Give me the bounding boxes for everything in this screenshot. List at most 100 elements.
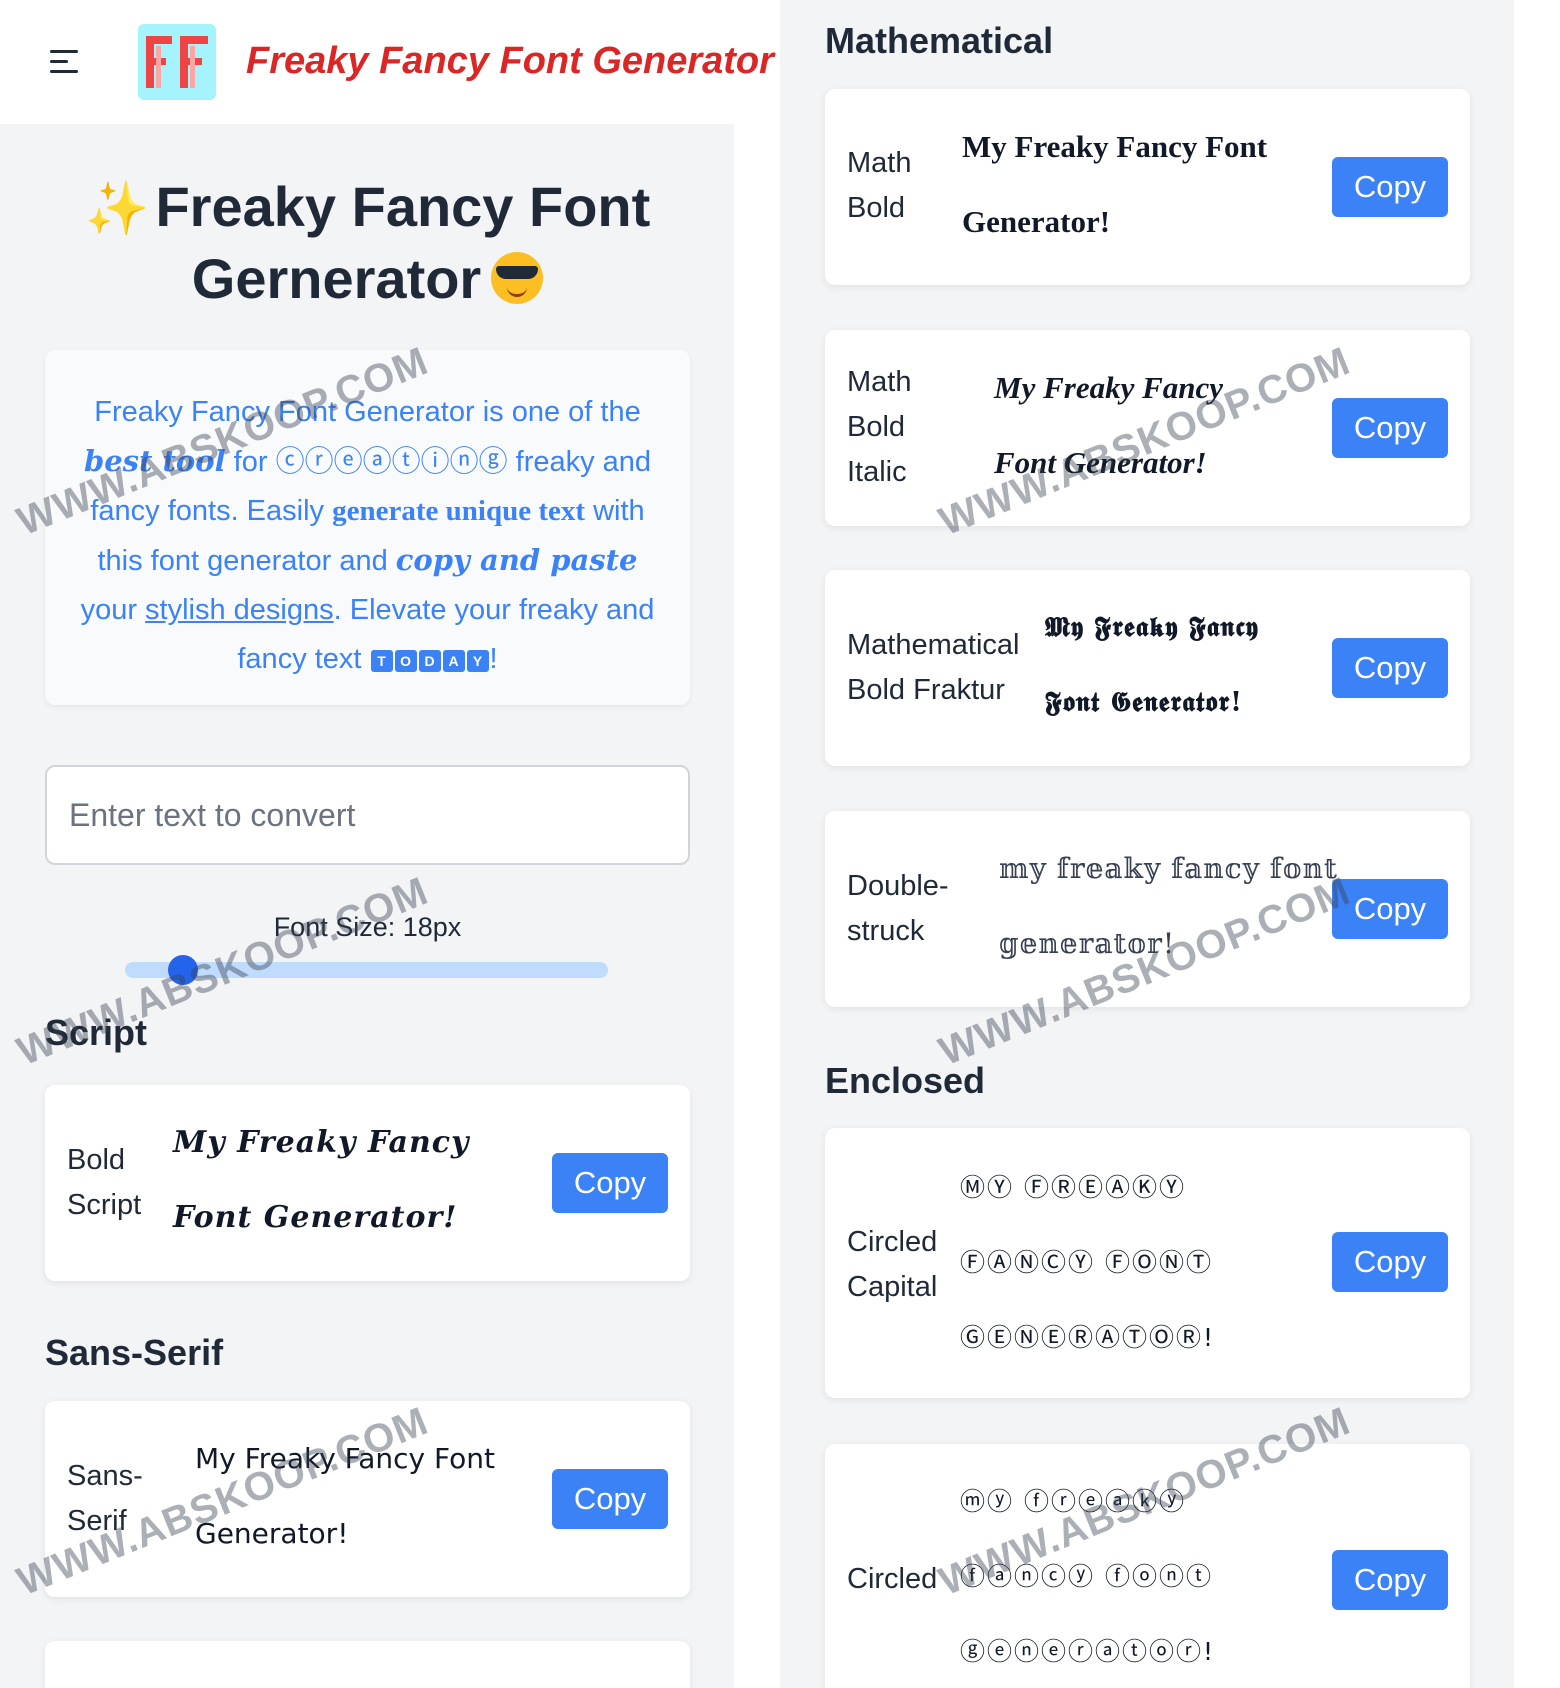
font-sample-line: ⓜⓨ ⓕⓡⓔⓐⓚⓨ [960, 1487, 1186, 1516]
top-navigation-bar: Freaky Fancy Font Generator [0, 0, 780, 124]
font-sample-line: ⓕⓐⓝⓒⓨ ⓕⓞⓝⓣ [960, 1562, 1213, 1591]
intro-stylish-designs: stylish designs [145, 594, 334, 626]
right-panel: Mathematical Math Bold My Freaky Fancy F… [780, 0, 1514, 1688]
page-title: ✨ Freaky Fancy Font Gernerator [45, 172, 690, 314]
intro-generate-unique-text: generate unique text [332, 495, 586, 527]
font-sample-line: Font Generator! [173, 1200, 458, 1235]
font-sample-preview: ⓜⓨ ⓕⓡⓔⓐⓚⓨ ⓕⓐⓝⓒⓨ ⓕⓞⓝⓣ ⓖⓔⓝⓔⓡⓐⓣⓞⓡ! [960, 1464, 1215, 1688]
font-sample-line: 𝕸𝖞 𝕱𝖗𝖊𝖆𝖐𝖞 𝕱𝖆𝖓𝖈𝖞 [1045, 612, 1259, 643]
font-style-label-line: Circled [847, 1563, 938, 1595]
font-sample-line: My Freaky Fancy Font [962, 129, 1268, 164]
copy-button[interactable]: Copy [1332, 1550, 1448, 1610]
font-style-label: Sans- Serif [67, 1454, 143, 1544]
font-sample-preview: My Freaky Fancy Font Generator! [173, 1105, 469, 1255]
font-card-circled: Circled ⓜⓨ ⓕⓡⓔⓐⓚⓨ ⓕⓐⓝⓒⓨ ⓕⓞⓝⓣ ⓖⓔⓝⓔⓡⓐⓣⓞⓡ! … [825, 1444, 1470, 1688]
font-style-label: Circled Capital [847, 1220, 937, 1310]
page-title-line1: Freaky Fancy Font [155, 175, 651, 238]
section-heading-script: Script [45, 1012, 148, 1053]
font-style-label: Math Bold [847, 141, 911, 231]
font-style-label: Double- struck [847, 864, 949, 954]
font-sample-line: Font Generator! [994, 445, 1207, 480]
font-style-label-line: Mathematical [847, 629, 1020, 661]
font-sample-line: ⓂⓎ ⒻⓇⒺⒶⓀⓎ [960, 1173, 1186, 1202]
font-card-math-bold-italic: Math Bold Italic My Freaky Fancy Font Ge… [825, 330, 1470, 526]
copy-button[interactable]: Copy [552, 1153, 668, 1213]
font-style-label-line: Math [847, 147, 912, 179]
copy-button[interactable]: Copy [552, 1469, 668, 1529]
intro-description-box: Freaky Fancy Font Generator is one of th… [45, 350, 690, 705]
sunglasses-emoji-icon [491, 252, 544, 304]
font-style-label-line: Serif [67, 1505, 127, 1537]
font-card-circled-capital: Circled Capital ⓂⓎ ⒻⓇⒺⒶⓀⓎ ⒻⒶⓃⒸⓎ ⒻⓄⓃⓉ ⒼⒺⓃ… [825, 1128, 1470, 1398]
copy-button[interactable]: Copy [1332, 879, 1448, 939]
intro-text: Freaky Fancy Font Generator is one of th… [94, 396, 641, 428]
text-to-convert-input[interactable] [45, 765, 690, 865]
copy-button[interactable]: Copy [1332, 638, 1448, 698]
brand-title-link[interactable]: Freaky Fancy Font Generator [246, 40, 774, 83]
font-card-bold-script: Bold Script My Freaky Fancy Font Generat… [45, 1085, 690, 1281]
intro-text: your [80, 594, 146, 626]
font-size-slider[interactable] [125, 955, 608, 985]
sparkles-icon: ✨ [84, 180, 150, 238]
font-sample-preview: My Freaky Fancy Font Generator! [994, 350, 1223, 500]
font-card-math-bold: Math Bold My Freaky Fancy Font Generator… [825, 89, 1470, 285]
font-sample-line: ⓖⓔⓝⓔⓡⓐⓣⓞⓡ! [960, 1637, 1216, 1666]
today-letter-badge: Y [466, 650, 489, 672]
font-card-math-bold-fraktur: Mathematical Bold Fraktur 𝕸𝖞 𝕱𝖗𝖊𝖆𝖐𝖞 𝕱𝖆𝖓𝖈… [825, 570, 1470, 766]
font-sample-line: My Freaky Fancy [173, 1125, 470, 1160]
intro-best-tool: best tool [83, 444, 226, 478]
font-sample-preview: 𝕞𝕪 𝕗𝕣𝕖𝕒𝕜𝕪 𝕗𝕒𝕟𝕔𝕪 𝕗𝕠𝕟𝕥 𝕘𝕖𝕟𝕖𝕣𝕒𝕥𝕠𝕣! [999, 831, 1338, 981]
font-sample-line: 𝕘𝕖𝕟𝕖𝕣𝕒𝕥𝕠𝕣! [999, 927, 1176, 960]
font-size-slider-handle[interactable] [167, 955, 198, 985]
hamburger-menu-icon[interactable] [50, 50, 80, 74]
font-size-label: Font Size: 18px [273, 912, 462, 942]
font-sample-preview: My Freaky Fancy Font Generator! [962, 109, 1267, 259]
font-card-double-struck: Double- struck 𝕞𝕪 𝕗𝕣𝕖𝕒𝕜𝕪 𝕗𝕒𝕟𝕔𝕪 𝕗𝕠𝕟𝕥 𝕘𝕖𝕟𝕖… [825, 811, 1470, 1007]
font-sample-line: ⒼⒺⓃⒺⓇⒶⓉⓄⓇ! [960, 1323, 1216, 1352]
today-letter-badge: T [370, 650, 393, 672]
today-letter-badge: A [442, 650, 465, 672]
font-style-label-line: Circled [847, 1226, 938, 1258]
intro-today-badges: TODAY [370, 643, 490, 675]
font-style-label-line: struck [847, 915, 925, 947]
font-sample-line: My Freaky Fancy [994, 370, 1224, 405]
font-sample-line: 𝕱𝖔𝖓𝖙 𝕲𝖊𝖓𝖊𝖗𝖆𝖙𝖔𝖗! [1045, 687, 1243, 718]
font-sample-line: ⒻⒶⓃⒸⓎ ⒻⓄⓃⓉ [960, 1248, 1213, 1277]
copy-button[interactable]: Copy [1332, 1232, 1448, 1292]
font-card-partial [45, 1641, 690, 1688]
font-style-label-line: Bold [847, 411, 906, 443]
font-style-label-line: Script [67, 1189, 142, 1221]
font-sample-line: 𝕞𝕪 𝕗𝕣𝕖𝕒𝕜𝕪 𝕗𝕒𝕟𝕔𝕪 𝕗𝕠𝕟𝕥 [999, 852, 1338, 885]
font-style-label-line: Capital [847, 1271, 938, 1303]
section-heading-sans-serif: Sans-Serif [45, 1332, 224, 1373]
today-letter-badge: D [418, 650, 441, 672]
font-style-label-line: Sans- [67, 1460, 143, 1492]
font-sample-preview: My Freaky Fancy Font Generator! [195, 1421, 495, 1571]
today-letter-badge: O [394, 650, 417, 672]
font-style-label: Circled [847, 1557, 937, 1602]
font-sample-line: Generator! [195, 1517, 349, 1550]
intro-text: for [225, 446, 276, 478]
font-sample-line: My Freaky Fancy Font [195, 1442, 495, 1475]
copy-button[interactable]: Copy [1332, 398, 1448, 458]
font-sample-preview: 𝕸𝖞 𝕱𝖗𝖊𝖆𝖐𝖞 𝕱𝖆𝖓𝖈𝖞 𝕱𝖔𝖓𝖙 𝕲𝖊𝖓𝖊𝖗𝖆𝖙𝖔𝖗! [1045, 590, 1259, 740]
app-logo[interactable] [138, 24, 216, 100]
font-style-label-line: Italic [847, 456, 907, 488]
font-card-sans-serif: Sans- Serif My Freaky Fancy Font Generat… [45, 1401, 690, 1597]
font-style-label-line: Math [847, 366, 912, 398]
left-panel: Freaky Fancy Font Generator ✨ Freaky Fanc… [0, 0, 780, 1688]
section-heading-mathematical: Mathematical [825, 20, 1054, 61]
font-style-label-line: Bold [67, 1144, 126, 1176]
font-style-label: Mathematical Bold Fraktur [847, 623, 1019, 713]
font-sample-preview: ⓂⓎ ⒻⓇⒺⒶⓀⓎ ⒻⒶⓃⒸⓎ ⒻⓄⓃⓉ ⒼⒺⓃⒺⓇⒶⓉⓄⓇ! [960, 1150, 1215, 1375]
font-style-label: Bold Script [67, 1138, 141, 1228]
font-style-label-line: Bold Fraktur [847, 674, 1005, 706]
page-title-line2: Gernerator [191, 247, 482, 310]
intro-creating-circled: ⓒⓡⓔⓐⓣⓘⓝⓖ [275, 446, 508, 478]
intro-text: ! [489, 643, 498, 675]
font-style-label-line: Double- [847, 870, 949, 902]
font-sample-line: Generator! [962, 204, 1111, 239]
font-style-label-line: Bold [847, 192, 906, 224]
font-style-label: Math Bold Italic [847, 360, 911, 495]
copy-button[interactable]: Copy [1332, 157, 1448, 217]
